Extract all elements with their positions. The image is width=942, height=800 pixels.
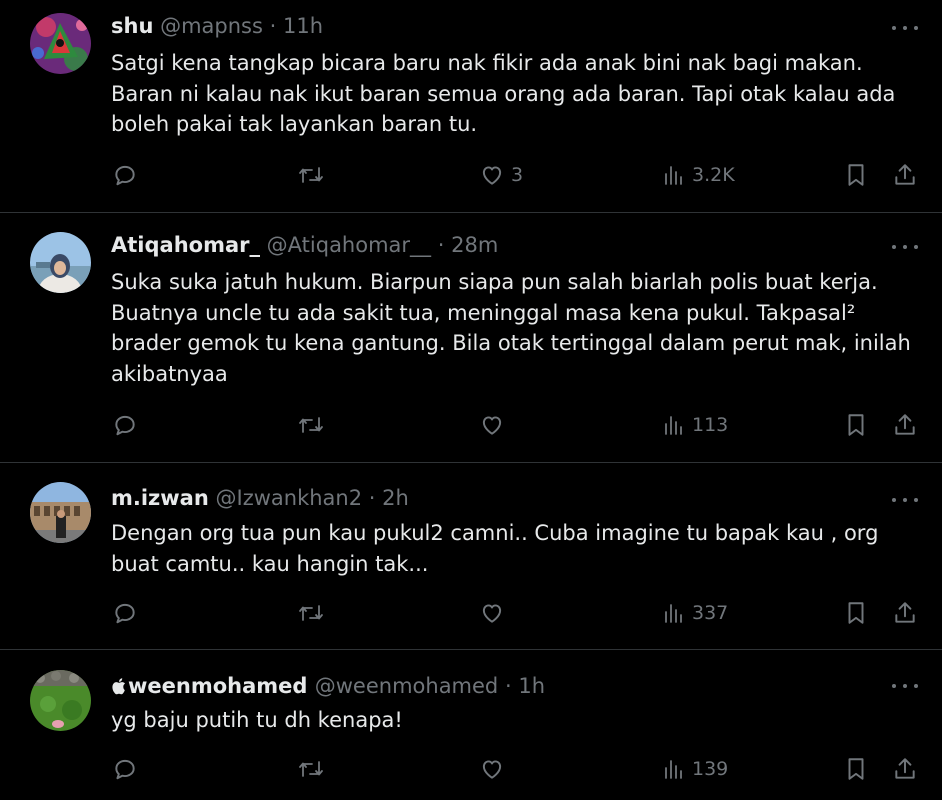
tweet-text: yg baju putih tu dh kenapa!: [111, 708, 403, 732]
retweet-icon: [297, 162, 325, 188]
avatar[interactable]: [30, 232, 91, 293]
views-icon: [662, 412, 686, 438]
retweet-button[interactable]: [297, 600, 331, 626]
more-icon[interactable]: [892, 490, 918, 510]
bookmark-icon: [845, 412, 867, 438]
reply-icon: [112, 600, 138, 626]
separator-dot: ·: [437, 233, 445, 257]
bookmark-icon: [845, 600, 867, 626]
tweet[interactable]: m.izwan @Izwankhan2 · 2h Dengan org tua …: [0, 463, 942, 649]
timestamp[interactable]: 2h: [382, 486, 409, 510]
display-name[interactable]: weenmohamed: [111, 674, 315, 698]
action-bar: 139: [0, 756, 942, 786]
reply-button[interactable]: [112, 756, 144, 782]
avatar[interactable]: [30, 13, 91, 74]
tweet-header: weenmohamed @weenmohamed · 1h: [111, 672, 545, 702]
heart-icon: [479, 162, 505, 188]
like-button[interactable]: [479, 412, 511, 438]
views-icon: [662, 600, 686, 626]
tweet-header: shu @mapnss · 11h: [111, 12, 323, 40]
bookmark-icon: [845, 756, 867, 782]
tweet-header: m.izwan @Izwankhan2 · 2h: [111, 484, 409, 512]
more-icon[interactable]: [892, 676, 918, 696]
bookmark-icon: [845, 162, 867, 188]
retweet-icon: [297, 756, 325, 782]
views-button[interactable]: 3.2K: [662, 162, 735, 188]
tweet-text: Dengan org tua pun kau pukul2 camni.. Cu…: [111, 521, 879, 576]
like-button[interactable]: 3: [479, 162, 523, 188]
action-bar: 113: [0, 412, 942, 442]
reply-button[interactable]: [112, 162, 144, 188]
tweet[interactable]: shu @mapnss · 11h Satgi kena tangkap bic…: [0, 0, 942, 212]
retweet-button[interactable]: [297, 412, 331, 438]
tweet-header: Atiqahomar_ @Atiqahomar__ · 28m: [111, 231, 498, 259]
display-name-text: weenmohamed: [128, 674, 308, 698]
retweet-button[interactable]: [297, 756, 331, 782]
reply-icon: [112, 162, 138, 188]
display-name[interactable]: m.izwan: [111, 486, 209, 510]
apple-icon: [111, 674, 126, 702]
views-button[interactable]: 337: [662, 600, 728, 626]
share-icon: [892, 756, 918, 782]
reply-feed: shu @mapnss · 11h Satgi kena tangkap bic…: [0, 0, 942, 800]
timestamp[interactable]: 11h: [283, 14, 323, 38]
share-icon: [892, 162, 918, 188]
view-count: 3.2K: [692, 164, 735, 186]
retweet-icon: [297, 412, 325, 438]
heart-icon: [479, 756, 505, 782]
more-icon[interactable]: [892, 18, 918, 38]
like-button[interactable]: [479, 756, 511, 782]
action-bar: 337: [0, 600, 942, 630]
views-icon: [662, 756, 686, 782]
retweet-button[interactable]: [297, 162, 331, 188]
heart-icon: [479, 412, 505, 438]
retweet-icon: [297, 600, 325, 626]
bookmark-button[interactable]: [845, 162, 867, 188]
like-count: 3: [511, 164, 524, 186]
share-button[interactable]: [892, 600, 918, 626]
user-handle[interactable]: @Atiqahomar__: [267, 233, 431, 257]
bookmark-button[interactable]: [845, 756, 867, 782]
tweet[interactable]: weenmohamed @weenmohamed · 1h yg baju pu…: [0, 650, 942, 800]
bookmark-button[interactable]: [845, 600, 867, 626]
views-icon: [662, 162, 686, 188]
share-button[interactable]: [892, 162, 918, 188]
reply-button[interactable]: [112, 412, 144, 438]
display-name[interactable]: Atiqahomar_: [111, 233, 260, 257]
tweet[interactable]: Atiqahomar_ @Atiqahomar__ · 28m Suka suk…: [0, 213, 942, 462]
share-icon: [892, 600, 918, 626]
separator-dot: ·: [269, 14, 277, 38]
user-handle[interactable]: @Izwankhan2: [216, 486, 363, 510]
views-button[interactable]: 113: [662, 412, 728, 438]
separator-dot: ·: [504, 674, 512, 698]
user-handle[interactable]: @weenmohamed: [315, 674, 499, 698]
like-button[interactable]: [479, 600, 511, 626]
timestamp[interactable]: 1h: [518, 674, 545, 698]
share-button[interactable]: [892, 756, 918, 782]
reply-icon: [112, 756, 138, 782]
action-bar: 3 3.2K: [0, 162, 942, 192]
reply-icon: [112, 412, 138, 438]
views-button[interactable]: 139: [662, 756, 728, 782]
tweet-text: Satgi kena tangkap bicara baru nak fikir…: [111, 51, 896, 136]
avatar[interactable]: [30, 670, 91, 731]
tweet-text: Suka suka jatuh hukum. Biarpun siapa pun…: [111, 270, 911, 386]
view-count: 337: [692, 602, 729, 624]
share-button[interactable]: [892, 412, 918, 438]
avatar[interactable]: [30, 482, 91, 543]
user-handle[interactable]: @mapnss: [160, 14, 263, 38]
share-icon: [892, 412, 918, 438]
bookmark-button[interactable]: [845, 412, 867, 438]
view-count: 113: [692, 414, 729, 436]
reply-button[interactable]: [112, 600, 144, 626]
more-icon[interactable]: [892, 237, 918, 257]
separator-dot: ·: [368, 486, 376, 510]
view-count: 139: [692, 758, 729, 780]
heart-icon: [479, 600, 505, 626]
display-name[interactable]: shu: [111, 14, 153, 38]
timestamp[interactable]: 28m: [451, 233, 498, 257]
